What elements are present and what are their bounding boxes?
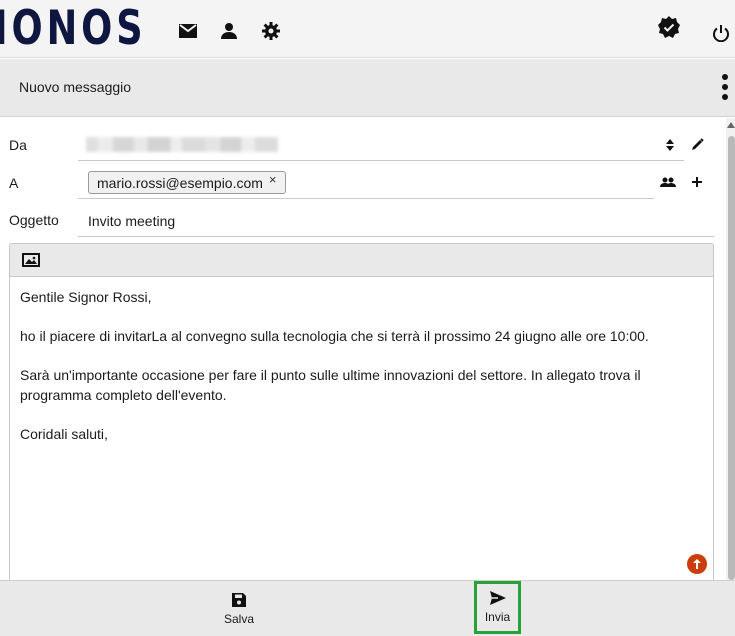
to-label: A bbox=[9, 175, 19, 191]
to-underline bbox=[78, 198, 654, 199]
recipient-chip[interactable]: mario.rossi@esempio.com × bbox=[88, 171, 286, 194]
save-button[interactable]: Salva bbox=[214, 581, 264, 636]
verified-badge-icon[interactable] bbox=[658, 16, 680, 38]
from-underline bbox=[78, 160, 684, 161]
power-icon[interactable] bbox=[710, 22, 732, 44]
sort-select-icon[interactable] bbox=[664, 138, 676, 152]
from-label: Da bbox=[9, 137, 27, 153]
scrollbar-up-arrow-icon[interactable] bbox=[727, 122, 735, 128]
address-book-icon[interactable] bbox=[659, 176, 677, 188]
scrollbar-thumb[interactable] bbox=[728, 136, 735, 580]
scroll-up-icon[interactable] bbox=[687, 554, 707, 574]
from-address-redacted[interactable] bbox=[86, 137, 278, 152]
subject-label: Oggetto bbox=[9, 212, 59, 228]
save-button-label: Salva bbox=[223, 611, 255, 626]
ionos-logo[interactable]: IONOS bbox=[0, 4, 147, 54]
send-button-label: Invia bbox=[484, 610, 511, 624]
add-recipient-icon[interactable] bbox=[690, 175, 704, 189]
body-paragraph: ho il piacere di invitarLa al convegno s… bbox=[20, 328, 649, 344]
page-title: Nuovo messaggio bbox=[19, 79, 132, 95]
bottom-action-bar: Salva Invia bbox=[0, 580, 735, 636]
mail-icon[interactable] bbox=[177, 20, 199, 42]
message-body[interactable]: Gentile Signor Rossi, ho il piacere di i… bbox=[10, 277, 713, 473]
send-icon bbox=[489, 591, 506, 605]
body-paragraph: Sarà un'importante occasione per fare il… bbox=[20, 367, 641, 403]
remove-recipient-icon[interactable]: × bbox=[269, 172, 277, 187]
compose-header: Nuovo messaggio bbox=[0, 59, 735, 117]
save-icon bbox=[232, 592, 246, 607]
top-bar: IONOS bbox=[0, 0, 735, 58]
more-options-icon[interactable] bbox=[718, 74, 732, 100]
recipient-address: mario.rossi@esempio.com bbox=[97, 174, 263, 191]
subject-underline bbox=[78, 236, 714, 237]
edit-icon[interactable] bbox=[690, 137, 704, 151]
insert-image-icon[interactable] bbox=[22, 252, 40, 268]
message-editor[interactable]: Gentile Signor Rossi, ho il piacere di i… bbox=[9, 243, 714, 583]
body-paragraph: Gentile Signor Rossi, bbox=[20, 289, 152, 305]
settings-icon[interactable] bbox=[260, 20, 282, 42]
contacts-icon[interactable] bbox=[218, 20, 240, 42]
body-paragraph: Coridali saluti, bbox=[20, 426, 108, 442]
subject-input[interactable]: Invito meeting bbox=[88, 213, 175, 229]
editor-toolbar bbox=[10, 244, 713, 277]
send-button[interactable]: Invia bbox=[474, 581, 521, 634]
